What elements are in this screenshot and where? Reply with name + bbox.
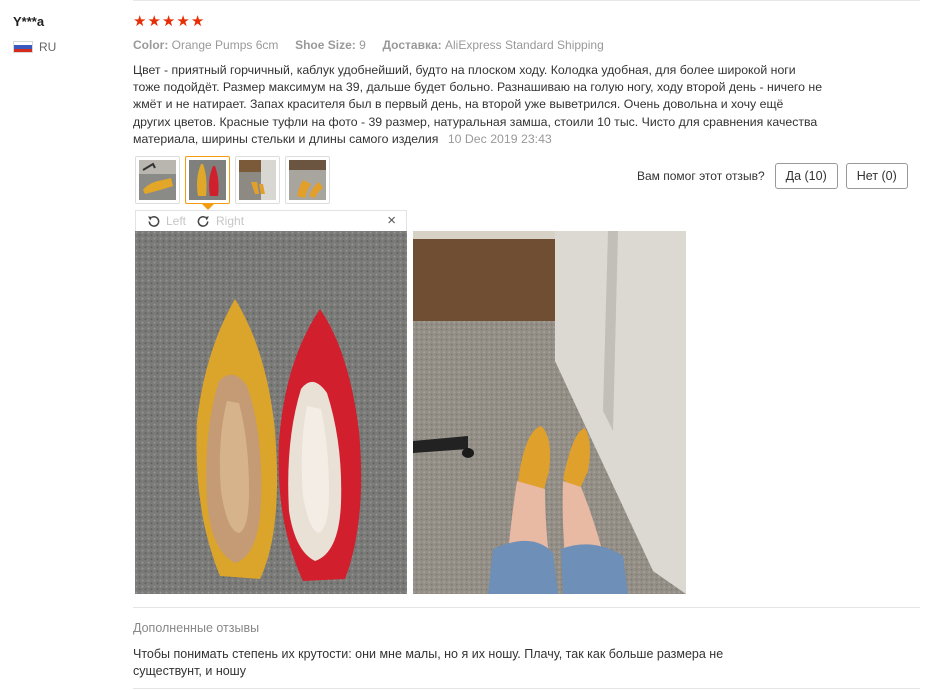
additional-reviews-title: Дополненные отзывы	[133, 621, 260, 635]
shipping-value: AliExpress Standard Shipping	[444, 38, 604, 52]
review-photo-1[interactable]	[135, 231, 407, 594]
photo-viewer-toolbar: Left Right ×	[135, 210, 407, 231]
top-divider	[133, 0, 920, 1]
review-date: 10 Dec 2019 23:43	[447, 131, 552, 146]
worn-shoes-image	[413, 231, 686, 594]
helpful-question: Вам помог этот отзыв?	[637, 169, 765, 183]
photo-thumbnails	[135, 156, 330, 210]
rotate-left-icon	[148, 215, 160, 227]
rotate-right-label: Right	[216, 214, 245, 228]
section-divider	[133, 607, 920, 608]
thumbnail-1[interactable]	[135, 156, 180, 204]
shoes-on-carpet-image	[135, 231, 407, 594]
additional-review-text: Чтобы понимать степень их крутости: они …	[133, 647, 724, 678]
shipping-label: Доставка:	[382, 38, 442, 52]
size-label: Shoe Size:	[295, 38, 356, 52]
thumbnail-image	[239, 160, 276, 200]
star-icon: ★	[190, 13, 205, 30]
rotate-left-label: Left	[166, 214, 187, 228]
size-value: 9	[359, 38, 366, 52]
thumbnail-2[interactable]	[185, 156, 230, 210]
color-value: Orange Pumps 6cm	[171, 38, 279, 52]
review-photo-2[interactable]	[413, 231, 686, 594]
thumbnail-image	[189, 160, 226, 200]
russia-flag-icon	[13, 41, 33, 53]
bottom-divider	[133, 688, 920, 689]
helpful-section: Вам помог этот отзыв? Да (10) Нет (0)	[637, 163, 908, 189]
star-rating: ★ ★ ★ ★ ★	[133, 12, 204, 32]
reviewer-country: RU	[13, 40, 56, 54]
helpful-no-button[interactable]: Нет (0)	[845, 163, 908, 189]
rotate-right-icon	[197, 215, 209, 227]
reviewer-name: Y***a	[13, 14, 45, 29]
close-viewer-button[interactable]: ×	[387, 212, 396, 229]
thumbnail-4[interactable]	[285, 156, 330, 204]
color-label: Color:	[133, 38, 169, 52]
order-info: Color: Orange Pumps 6cm Shoe Size: 9 Дос…	[133, 38, 604, 52]
rotate-right-button[interactable]: Right	[196, 214, 244, 229]
thumbnail-image	[139, 160, 176, 200]
star-icon: ★	[133, 13, 147, 30]
star-icon: ★	[161, 13, 176, 30]
star-icon: ★	[147, 13, 161, 30]
thumbnail-3[interactable]	[235, 156, 280, 204]
thumbnail-image	[289, 160, 326, 200]
review-body: Цвет - приятный горчичный, каблук удобне…	[133, 62, 823, 148]
country-code: RU	[39, 40, 57, 54]
star-icon: ★	[176, 13, 190, 30]
helpful-yes-button[interactable]: Да (10)	[774, 163, 838, 189]
rotate-left-button[interactable]: Left	[146, 214, 186, 229]
